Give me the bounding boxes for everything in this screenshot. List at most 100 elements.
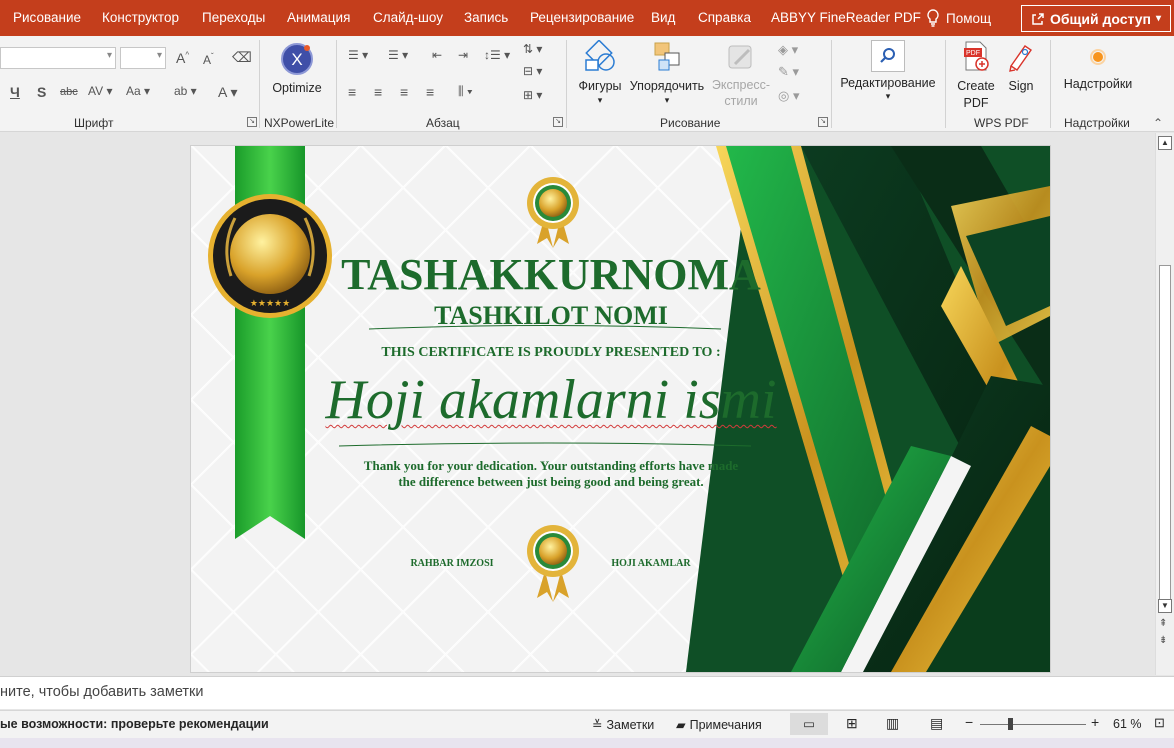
tab-design[interactable]: Конструктор bbox=[102, 10, 179, 25]
scroll-down-icon[interactable]: ▼ bbox=[1158, 599, 1172, 613]
tab-view[interactable]: Вид bbox=[651, 10, 675, 25]
strikethrough-icon[interactable]: abc bbox=[60, 86, 78, 98]
bullets-icon[interactable]: ☰ ▾ bbox=[348, 48, 368, 62]
certificate-title: TASHAKKURNOMA bbox=[341, 250, 761, 299]
drawing-dialog-launcher-icon[interactable]: ↘ bbox=[818, 117, 828, 127]
previous-slide-icon[interactable]: ⇞ bbox=[1159, 618, 1167, 629]
tell-me-search[interactable]: Помощ bbox=[926, 8, 991, 28]
align-center-icon[interactable]: ≡ bbox=[374, 84, 382, 100]
increase-indent-icon[interactable]: ⇥ bbox=[458, 48, 468, 62]
shapes-button[interactable]: Фигуры ▾ bbox=[573, 39, 627, 106]
os-taskbar bbox=[0, 738, 1174, 748]
message-line-2: the difference between just being good a… bbox=[398, 474, 704, 489]
sign-button[interactable]: Sign bbox=[1001, 40, 1041, 95]
recipient-name: Hoji akamlarni ismi bbox=[325, 369, 777, 431]
arrange-button[interactable]: Упорядочить ▾ bbox=[628, 40, 706, 106]
zoom-in-icon[interactable]: + bbox=[1091, 714, 1099, 730]
reading-view-icon[interactable]: ▥ bbox=[886, 715, 899, 732]
slideshow-icon[interactable]: ▤ bbox=[930, 715, 943, 732]
accessibility-status[interactable]: ые возможности: проверьте рекомендации bbox=[0, 717, 269, 731]
align-text-icon[interactable]: ⊟ ▾ bbox=[523, 64, 542, 78]
group-separator bbox=[831, 40, 832, 128]
chevron-down-icon: ▾ bbox=[664, 94, 670, 105]
font-color-icon[interactable]: A ▾ bbox=[218, 84, 237, 101]
quick-styles-label: Экспресс- стили bbox=[711, 78, 771, 108]
shape-fill-icon[interactable]: ◈ ▾ bbox=[778, 42, 798, 58]
clear-formatting-icon[interactable]: ⌫ bbox=[232, 49, 252, 66]
message-line-1: Thank you for your dedication. Your outs… bbox=[363, 458, 739, 473]
shadow-icon[interactable]: S bbox=[37, 84, 46, 100]
zoom-slider-thumb[interactable] bbox=[1008, 718, 1013, 730]
optimize-button[interactable]: X Optimize bbox=[266, 42, 328, 97]
create-pdf-button[interactable]: PDF Create PDF bbox=[951, 40, 1001, 111]
zoom-out-icon[interactable]: − bbox=[965, 714, 973, 730]
share-button[interactable]: Общий доступ ▾ bbox=[1021, 5, 1171, 32]
editing-button[interactable]: Редактирование ▾ bbox=[836, 40, 940, 103]
svg-text:★★★★★: ★★★★★ bbox=[250, 299, 290, 309]
tab-record[interactable]: Запись bbox=[464, 10, 508, 25]
shrink-font-icon[interactable]: Aˇ bbox=[203, 52, 214, 67]
addins-button[interactable]: Надстройки bbox=[1058, 42, 1138, 93]
font-name-field[interactable]: ▾ bbox=[0, 47, 116, 69]
group-label-addins: Надстройки bbox=[1064, 116, 1130, 130]
next-slide-icon[interactable]: ⇟ bbox=[1159, 635, 1167, 646]
justify-icon[interactable]: ≡ bbox=[426, 84, 434, 100]
chevron-down-icon: ▾ bbox=[106, 50, 112, 61]
char-spacing-icon[interactable]: AV ▾ bbox=[88, 84, 112, 98]
group-label-paragraph: Абзац bbox=[426, 116, 460, 130]
fit-to-window-icon[interactable]: ⊡ bbox=[1154, 715, 1165, 731]
quick-styles-button[interactable]: Экспресс- стили bbox=[708, 40, 774, 110]
sign-icon bbox=[1009, 45, 1032, 72]
highlight-icon[interactable]: ab ▾ bbox=[174, 84, 197, 98]
shape-outline-icon[interactable]: ✎ ▾ bbox=[778, 64, 799, 80]
decrease-indent-icon[interactable]: ⇤ bbox=[432, 48, 442, 62]
group-label-wps-pdf: WPS PDF bbox=[974, 116, 1029, 130]
scrollbar-thumb[interactable] bbox=[1159, 265, 1171, 600]
tab-transitions[interactable]: Переходы bbox=[202, 10, 265, 25]
normal-view-icon[interactable]: ▭ bbox=[790, 713, 828, 735]
change-case-icon[interactable]: Aa ▾ bbox=[126, 84, 150, 98]
tab-draw[interactable]: Рисование bbox=[13, 10, 81, 25]
collapse-ribbon-icon[interactable]: ⌃ bbox=[1153, 116, 1163, 130]
numbering-icon[interactable]: ☰ ▾ bbox=[388, 48, 408, 62]
shapes-label: Фигуры bbox=[578, 79, 622, 94]
text-direction-icon[interactable]: ⇅ ▾ bbox=[523, 42, 542, 56]
align-right-icon[interactable]: ≡ bbox=[400, 84, 408, 100]
group-label-font: Шрифт bbox=[74, 116, 114, 130]
arrange-label: Упорядочить bbox=[629, 79, 705, 94]
notes-pane[interactable]: ните, чтобы добавить заметки bbox=[0, 676, 1174, 709]
lightbulb-icon bbox=[927, 9, 939, 27]
create-pdf-label: Create PDF bbox=[957, 79, 995, 110]
comments-toggle-button[interactable]: ▰ Примечания bbox=[676, 717, 762, 733]
scroll-up-icon[interactable]: ▲ bbox=[1158, 136, 1172, 150]
tab-slideshow[interactable]: Слайд-шоу bbox=[373, 10, 443, 25]
font-dialog-launcher-icon[interactable]: ↘ bbox=[247, 117, 257, 127]
addins-icon bbox=[1090, 49, 1106, 65]
chevron-down-icon: ▾ bbox=[885, 91, 891, 102]
notes-icon: ≚ bbox=[592, 718, 603, 732]
line-spacing-icon[interactable]: ↕☰ ▾ bbox=[484, 48, 510, 62]
slide-canvas[interactable]: ★★★★★ TASHAKKURNOMA TASHKILOT NOMI THIS … bbox=[191, 146, 1050, 672]
align-left-icon[interactable]: ≡ bbox=[348, 84, 356, 100]
shape-effects-icon[interactable]: ◎ ▾ bbox=[778, 88, 799, 104]
slide-sorter-icon[interactable]: ⊞ bbox=[846, 715, 858, 732]
paragraph-dialog-launcher-icon[interactable]: ↘ bbox=[553, 117, 563, 127]
underline-icon[interactable]: Ч bbox=[10, 84, 20, 100]
organization-name: TASHKILOT NOMI bbox=[434, 301, 668, 330]
comments-toggle-label: Примечания bbox=[689, 717, 762, 732]
smartart-icon[interactable]: ⊞ ▾ bbox=[523, 88, 542, 102]
vertical-scrollbar[interactable]: ▲ ▼ ⇞ ⇟ bbox=[1155, 133, 1174, 675]
notes-toggle-button[interactable]: ≚ Заметки bbox=[592, 717, 654, 733]
zoom-level[interactable]: 61 % bbox=[1113, 717, 1142, 731]
tab-review[interactable]: Рецензирование bbox=[530, 10, 634, 25]
grow-font-icon[interactable]: A^ bbox=[176, 50, 189, 66]
tab-abbyy[interactable]: ABBYY FineReader PDF bbox=[771, 10, 921, 25]
chevron-down-icon: ▾ bbox=[1155, 13, 1161, 24]
zoom-slider[interactable] bbox=[980, 724, 1086, 725]
group-separator bbox=[1050, 40, 1051, 128]
columns-icon[interactable]: ⫼ ▾ bbox=[458, 84, 473, 99]
tab-animations[interactable]: Анимация bbox=[287, 10, 350, 25]
font-size-field[interactable]: ▾ bbox=[120, 47, 166, 69]
notes-placeholder: ните, чтобы добавить заметки bbox=[0, 684, 204, 700]
tab-help[interactable]: Справка bbox=[698, 10, 751, 25]
